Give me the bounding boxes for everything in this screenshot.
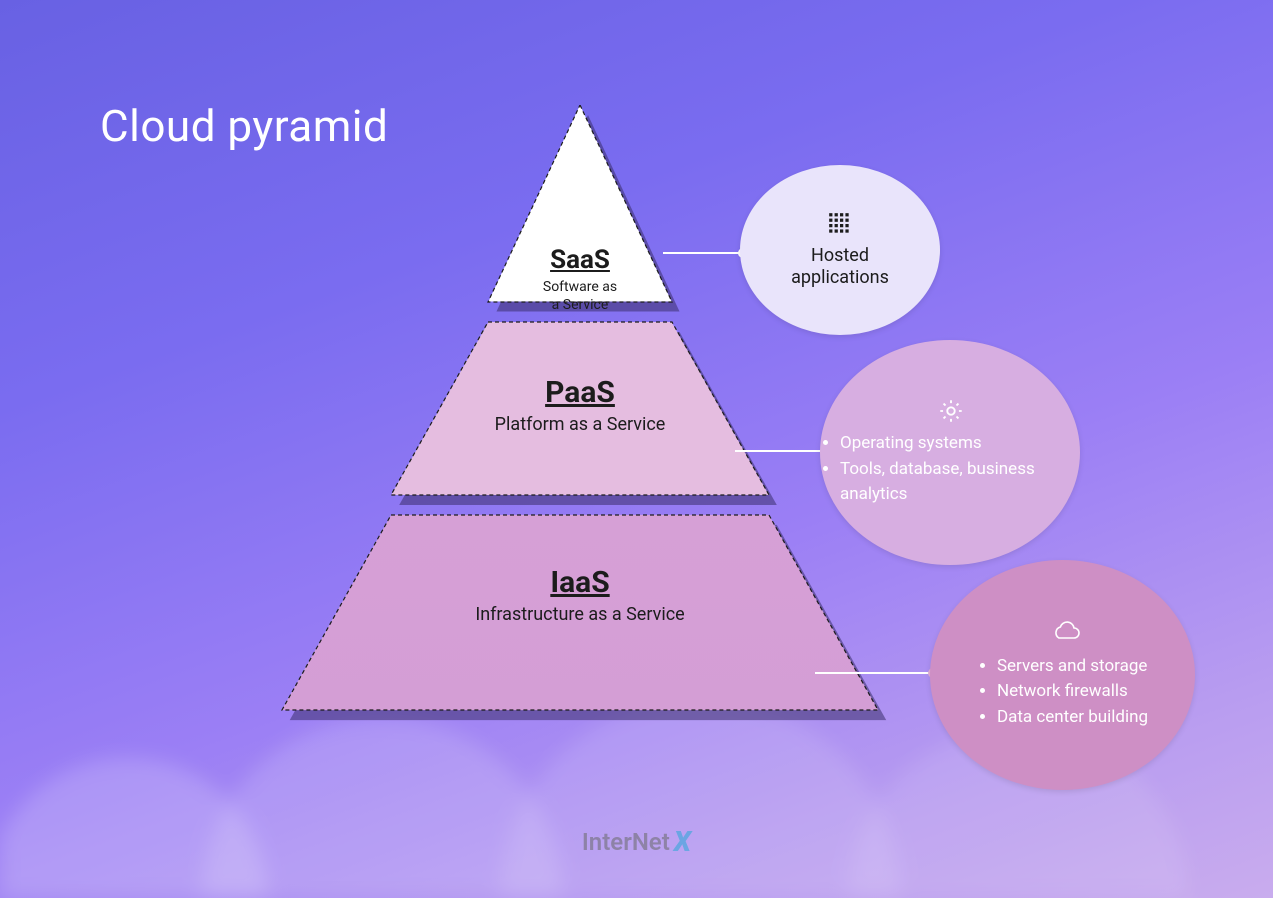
- brand-name: InterNet: [582, 828, 670, 856]
- callout-iaas-list: Servers and storage Network firewalls Da…: [977, 654, 1148, 731]
- callout-paas-list: Operating systems Tools, database, busin…: [820, 431, 1080, 508]
- tier-desc-paas: Platform as a Service: [260, 414, 900, 435]
- brand-suffix: X: [674, 825, 691, 858]
- callout-iaas: Servers and storage Network firewalls Da…: [930, 560, 1195, 790]
- connector-iaas: [815, 672, 933, 674]
- list-item: Network firewalls: [997, 679, 1148, 705]
- tier-label-iaas: IaaS Infrastructure as a Service: [260, 565, 900, 625]
- diagram-canvas: Cloud pyramid SaaS: [0, 0, 1273, 898]
- list-item: Data center building: [997, 705, 1148, 731]
- callout-saas: Hosted applications: [740, 165, 940, 335]
- connector-paas: [735, 450, 825, 452]
- brand-logo: InterNetX: [582, 825, 691, 858]
- tier-label-paas: PaaS Platform as a Service: [260, 375, 900, 435]
- grid-icon: [827, 211, 853, 237]
- callout-saas-text: Hosted applications: [791, 245, 889, 290]
- list-item: Operating systems: [840, 431, 1080, 457]
- tier-acronym-paas: PaaS: [260, 375, 900, 410]
- list-item: Servers and storage: [997, 654, 1148, 680]
- list-item: Tools, database, business analytics: [840, 457, 1080, 508]
- connector-saas: [663, 252, 743, 254]
- tier-acronym-iaas: IaaS: [260, 565, 900, 600]
- tier-desc-iaas: Infrastructure as a Service: [260, 604, 900, 625]
- gear-icon: [937, 397, 963, 423]
- cloud-icon: [1050, 620, 1076, 646]
- callout-paas: Operating systems Tools, database, busin…: [820, 340, 1080, 565]
